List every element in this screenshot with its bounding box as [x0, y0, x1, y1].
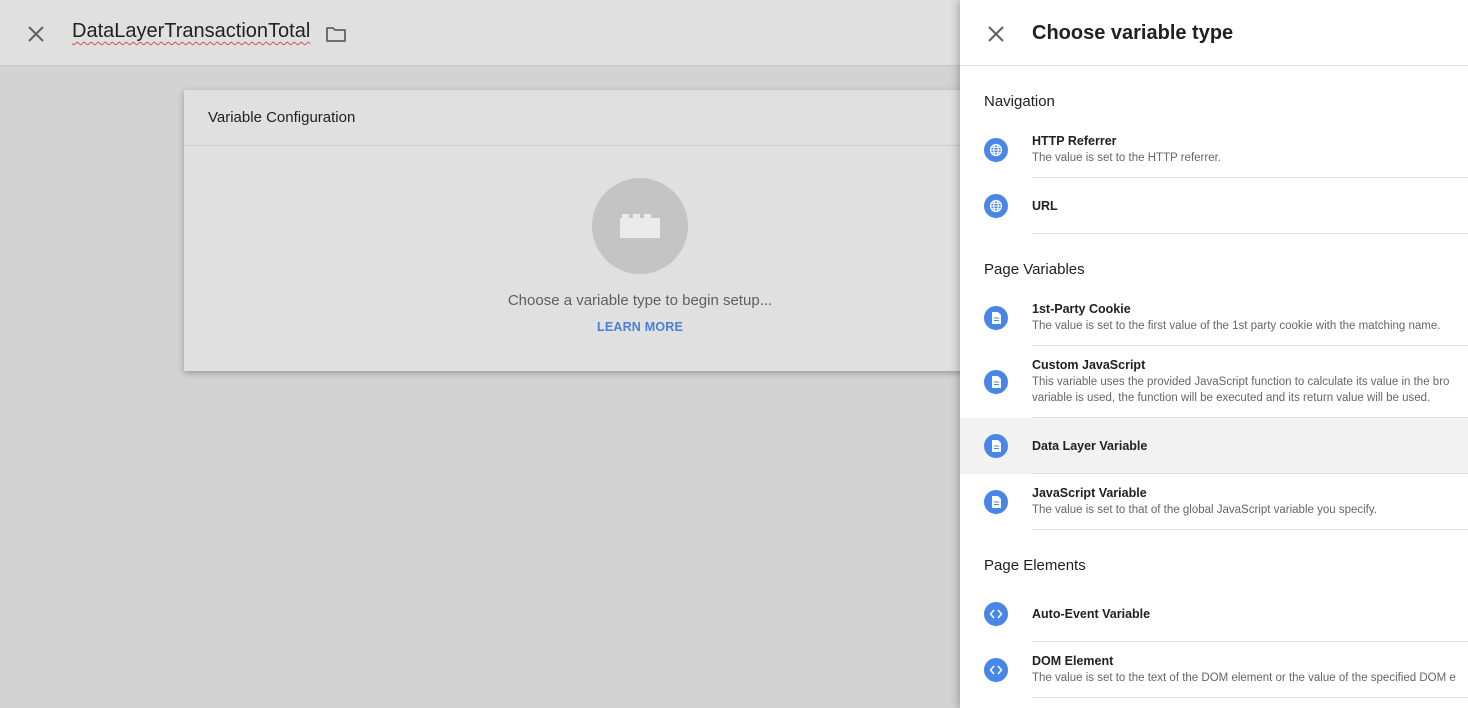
variable-type-data-layer-variable[interactable]: Data Layer Variable [960, 418, 1468, 474]
empty-state-icon [592, 178, 688, 274]
variable-configuration-card[interactable]: Variable Configuration Choose a variable… [184, 90, 984, 371]
close-icon [28, 26, 44, 42]
variable-type-description: The value is set to the first value of t… [1032, 320, 1441, 332]
code-icon [984, 658, 1008, 682]
close-editor-button[interactable] [24, 22, 48, 46]
variable-type-name: HTTP Referrer [1032, 134, 1117, 148]
section-title-navigation: Navigation [984, 93, 1055, 110]
document-icon [984, 490, 1008, 514]
variable-type-url[interactable]: URL [960, 178, 1468, 234]
document-icon [984, 434, 1008, 458]
variable-type-description: The value is set to that of the global J… [1032, 504, 1377, 516]
globe-icon [984, 138, 1008, 162]
variable-type-description: The value is set to the HTTP referrer. [1032, 152, 1221, 164]
variable-type-description: The value is set to the text of the DOM … [1032, 672, 1456, 684]
close-panel-button[interactable] [984, 22, 1008, 46]
variable-type-description: This variable uses the provided JavaScri… [1032, 376, 1450, 388]
editor-header: DataLayerTransactionTotal [0, 0, 960, 66]
section-title-page-elements: Page Elements [984, 557, 1086, 574]
variable-type-1st-party-cookie[interactable]: 1st-Party Cookie The value is set to the… [960, 290, 1468, 346]
variable-editor: DataLayerTransactionTotal Variable Confi… [0, 0, 984, 708]
variable-type-name: URL [1032, 198, 1058, 213]
code-icon [984, 602, 1008, 626]
folder-icon [326, 27, 346, 42]
variable-type-name: Custom JavaScript [1032, 358, 1146, 372]
section-title-page-variables: Page Variables [984, 261, 1085, 278]
document-icon [984, 306, 1008, 330]
card-title: Variable Configuration [184, 90, 984, 146]
document-icon [984, 370, 1008, 394]
panel-header: Choose variable type [960, 0, 1468, 66]
variable-type-name: Data Layer Variable [1032, 438, 1148, 453]
variable-type-javascript-variable[interactable]: JavaScript Variable The value is set to … [960, 474, 1468, 530]
variable-type-name: JavaScript Variable [1032, 486, 1147, 500]
variable-type-name: 1st-Party Cookie [1032, 302, 1131, 316]
variable-type-http-referrer[interactable]: HTTP Referrer The value is set to the HT… [960, 122, 1468, 178]
choose-variable-type-panel: Choose variable type Navigation HTTP Ref… [960, 0, 1468, 708]
panel-title: Choose variable type [1032, 22, 1234, 44]
variable-type-name: Auto-Event Variable [1032, 606, 1151, 621]
variable-type-custom-javascript[interactable]: Custom JavaScript This variable uses the… [960, 346, 1468, 418]
variable-type-name: DOM Element [1032, 654, 1114, 668]
variable-type-description-line2: variable is used, the function will be e… [1032, 392, 1431, 404]
variable-name-input[interactable]: DataLayerTransactionTotal [72, 20, 310, 43]
variable-type-auto-event-variable[interactable]: Auto-Event Variable [960, 586, 1468, 642]
close-icon [988, 26, 1004, 42]
block-icon [620, 214, 660, 238]
globe-icon [984, 194, 1008, 218]
variable-type-list: Navigation HTTP Referrer The value is se… [960, 66, 1468, 698]
variable-type-dom-element[interactable]: DOM Element The value is set to the text… [960, 642, 1468, 698]
folder-button[interactable] [324, 22, 348, 46]
